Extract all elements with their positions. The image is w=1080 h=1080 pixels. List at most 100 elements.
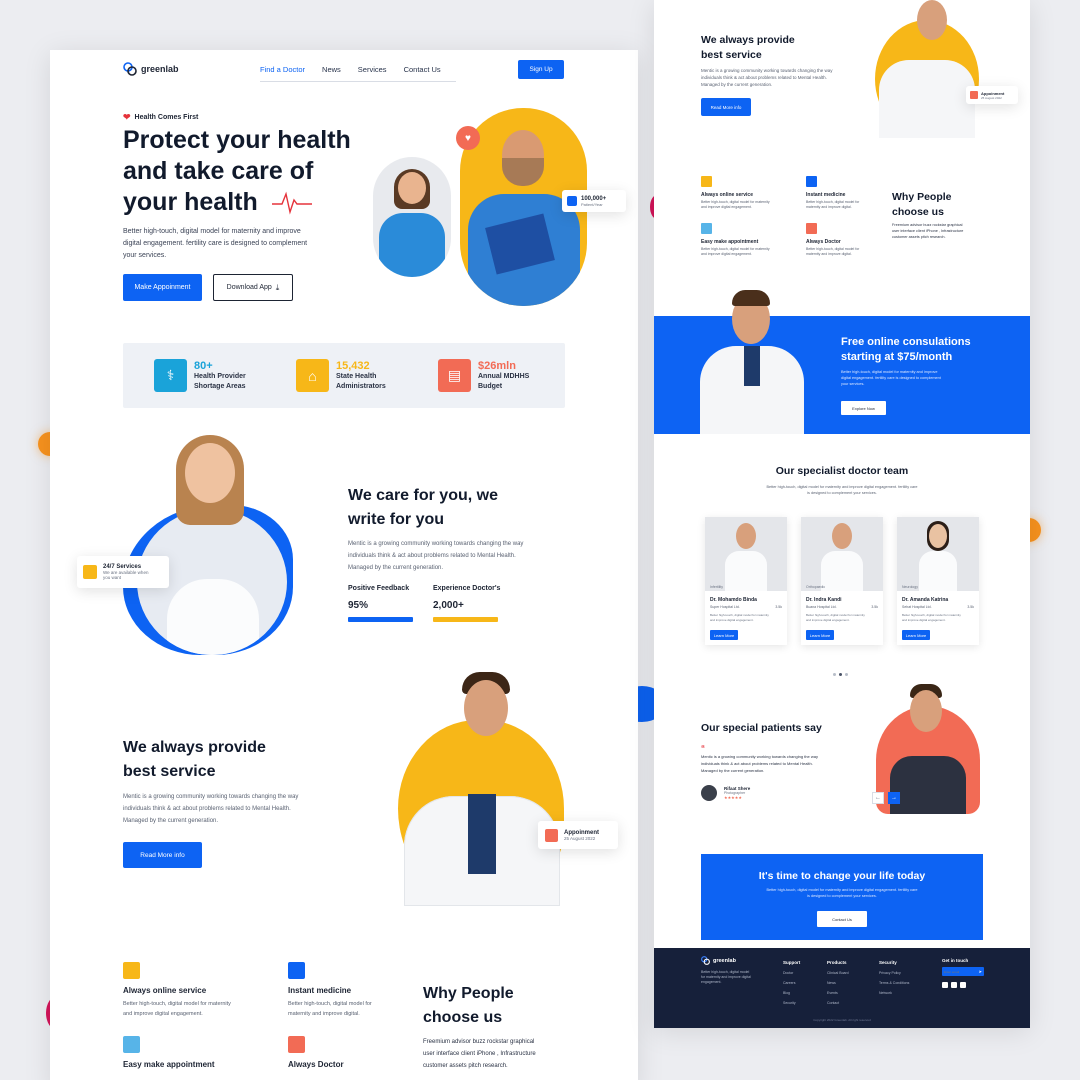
carousel-dots[interactable] [833, 673, 848, 676]
stat-label-budget-1: Annual MDHHS [478, 372, 530, 380]
stat-label-providers-1: Health Provider [194, 372, 246, 380]
feature-online-desc2: and improve digital engagement. [123, 1011, 203, 1017]
brand-logo[interactable]: greenlab [123, 62, 179, 76]
hero-badge: ❤ Health Comes First [123, 112, 198, 123]
footer-logo-icon [701, 956, 710, 965]
explore-now-button[interactable]: Explore Now [841, 401, 886, 415]
why-title-line2: choose us [423, 1009, 503, 1026]
feature-medicine: Instant medicine Better high-touch, digi… [288, 962, 438, 1019]
doctor-card-2[interactable]: Orthopaedic Dr. Indra Kandi Buana Hospit… [801, 517, 883, 645]
consult-desc-line3: your services. [841, 382, 865, 386]
r-why-desc-line3: customer assets pitch research. [892, 235, 946, 239]
main-nav: Find a Doctor News Services Contact Us [260, 65, 441, 74]
nav-find-doctor[interactable]: Find a Doctor [260, 65, 305, 74]
nav-underline [260, 81, 456, 82]
footer-desc-line3: engagement. [701, 980, 722, 984]
nav-news[interactable]: News [322, 65, 341, 74]
patient-prev-button[interactable]: ← [872, 792, 884, 804]
footer-link-terms[interactable]: Terms & Conditions [879, 978, 909, 988]
contact-us-button[interactable]: Contact Us [817, 911, 867, 927]
r-why-title-line1: Why People [892, 191, 952, 203]
footer-link-news[interactable]: News [827, 978, 849, 988]
linkedin-icon[interactable] [960, 982, 966, 988]
nav-contact[interactable]: Contact Us [404, 65, 441, 74]
footer-link-security[interactable]: Security [783, 998, 800, 1008]
hero-title-line3: your health [123, 188, 258, 216]
patients-quote-line2: individuals think & act about problems r… [701, 761, 813, 766]
footer-link-careers[interactable]: Careers [783, 978, 800, 988]
r-calendar-icon [970, 91, 978, 99]
hero-badge-label: Health Comes First [134, 114, 199, 121]
doctor-card-3[interactable]: Neurology Dr. Amanda Katrina Sehat Hospi… [897, 517, 979, 645]
patient-meta: Rifaat Shere Photographer ★★★★★ [724, 786, 750, 800]
metric-feedback-value: 95% [348, 600, 369, 611]
appointment-card: Appoinment 25 August 2022 [538, 821, 618, 849]
r-feature-appointment: Easy make appointment Better high-touch,… [701, 223, 770, 257]
carousel-dot-1[interactable] [833, 673, 836, 676]
twitter-icon[interactable] [951, 982, 957, 988]
feature-medicine-desc2: maternity and improve digital. [288, 1011, 360, 1017]
service-247-card: 24/7 Services We are available when you … [77, 556, 169, 588]
footer-link-doctor[interactable]: Doctor [783, 968, 800, 978]
stethoscope-icon: ⚕ [154, 359, 187, 392]
feature-doctor: Always Doctor [288, 1036, 438, 1069]
footer-desc: Better high-touch, digital model for mat… [701, 970, 751, 985]
footer-link-contact[interactable]: Contact [827, 998, 849, 1008]
doctor-1-learn-more[interactable]: Learn More [710, 630, 738, 640]
facebook-icon[interactable] [942, 982, 948, 988]
care-description: Mentic is a growing community working to… [348, 538, 578, 574]
metric-doctors-value: 2,000+ [433, 600, 464, 611]
doctor-1-name: Dr. Mohamdo Binda [710, 597, 757, 603]
service-description: Mentic is a growing community working to… [123, 791, 353, 827]
r-appointment-date: 25 August 2022 [981, 95, 1002, 100]
care-title-line1: We care for you, we [348, 487, 498, 504]
footer-link-clinical[interactable]: Clinical Board [827, 968, 849, 978]
doctor-3-learn-more[interactable]: Learn More [902, 630, 930, 640]
footer-link-network[interactable]: Network [879, 988, 909, 998]
signup-button[interactable]: Sign Up [518, 60, 564, 79]
consult-desc: Better high-touch, digital model for mat… [841, 369, 941, 387]
cta-desc: Better high-touch, digital model for mat… [701, 887, 983, 899]
service-doctor-photo [398, 670, 568, 906]
care-desc-line3: Managed by the current generation. [348, 565, 444, 571]
team-desc-line2: is designed to complement your services. [807, 491, 877, 495]
nav-services[interactable]: Services [358, 65, 387, 74]
r-read-more-button[interactable]: Read More info [701, 98, 751, 116]
service-247-sub2: you want [103, 575, 122, 580]
doctor-card-1[interactable]: Infertility Dr. Mohamdo Binda Super Hosp… [705, 517, 787, 645]
download-app-button[interactable]: Download App ⤓ [213, 274, 293, 301]
footer-email-box: ➤ [942, 967, 984, 976]
doctor-1-hospital: Super Hospital Ltd. [710, 605, 740, 609]
patient-next-button[interactable]: → [888, 792, 900, 804]
make-appointment-button[interactable]: Make Appoinment [123, 274, 202, 301]
r-service-desc: Mentic is a growing community working to… [701, 67, 833, 88]
heart-bubble: ♥ [456, 126, 480, 150]
carousel-dot-2[interactable] [839, 673, 842, 676]
send-icon[interactable]: ➤ [979, 969, 982, 974]
headset-icon [83, 565, 97, 579]
service-title: We always provide best service [123, 736, 266, 784]
r-service-doctor-photo [875, 0, 981, 138]
footer-copyright: Copyright 2022 Greenlab. All right reser… [813, 1018, 871, 1022]
footer-link-privacy[interactable]: Privacy Policy [879, 968, 909, 978]
footer-link-events[interactable]: Events [827, 988, 849, 998]
heart-bubble-icon: ♥ [465, 132, 471, 144]
r-service-desc-line3: Managed by the current generation. [701, 82, 773, 87]
r-feature-appointment-desc2: and improve digital engagement. [701, 252, 752, 256]
doctor-1-spec: Infertility [710, 585, 724, 589]
r-feature-doctor: Always Doctor Better high-touch, digital… [806, 223, 859, 257]
r-service-desc-line2: individuals think & act about problems r… [701, 75, 827, 80]
why-description: Freemium advisor buzz rockstar graphical… [423, 1036, 536, 1072]
read-more-button[interactable]: Read More info [123, 842, 202, 868]
heart-icon: ❤ [123, 112, 131, 122]
footer-brand[interactable]: greenlab [701, 956, 736, 965]
r-appointment-icon [701, 223, 712, 234]
patients-card: 100,000+ Patient/Year [562, 190, 626, 212]
carousel-dot-3[interactable] [845, 673, 848, 676]
doctor-3-desc1: Better high-touch, digital model for mat… [902, 613, 961, 617]
footer-email-input[interactable] [944, 968, 972, 975]
stat-item-providers: ⚕ 80+ Health Provider Shortage Areas [154, 359, 246, 392]
logo-icon [123, 62, 137, 76]
footer-link-blog[interactable]: Blog [783, 988, 800, 998]
doctor-2-learn-more[interactable]: Learn More [806, 630, 834, 640]
